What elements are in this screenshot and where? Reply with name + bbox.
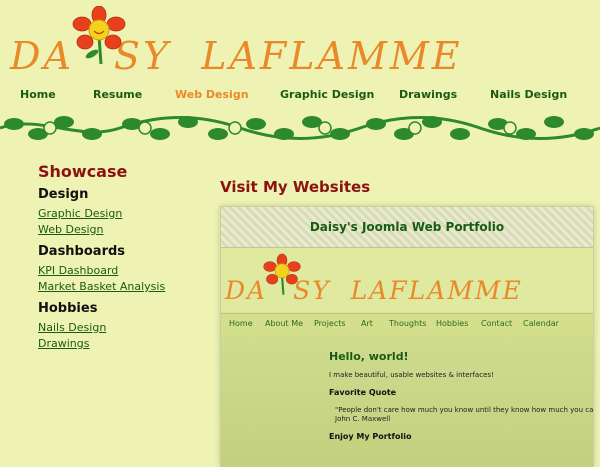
preview-quote-author: John C. Maxwell xyxy=(335,415,391,423)
preview-hello-heading: Hello, world! xyxy=(329,350,409,363)
nav-resume[interactable]: Resume xyxy=(93,88,142,101)
daisy-flower-icon xyxy=(72,6,126,65)
sidebar-heading-dashboards: Dashboards xyxy=(38,244,126,259)
preview-nav-projects[interactable]: Projects xyxy=(314,319,346,328)
sidebar-title: Showcase xyxy=(38,162,128,181)
website-preview[interactable]: Daisy's Joomla Web Portfolio DA SY LAFLAM… xyxy=(220,206,594,467)
preview-quote: "People don't care how much you know unt… xyxy=(335,406,594,414)
preview-daisy-flower-icon xyxy=(263,253,301,295)
preview-nav-calendar[interactable]: Calendar xyxy=(523,319,559,328)
preview-intro: I make beautiful, usable websites & inte… xyxy=(329,371,494,379)
preview-nav-contact[interactable]: Contact xyxy=(481,319,512,328)
nav-drawings[interactable]: Drawings xyxy=(399,88,457,101)
preview-nav-thoughts[interactable]: Thoughts xyxy=(389,319,426,328)
preview-body: Hello, world! I make beautiful, usable w… xyxy=(221,336,593,466)
sidebar-link-nails-design[interactable]: Nails Design xyxy=(38,320,208,336)
preview-banner-title: Daisy's Joomla Web Portfolio xyxy=(309,220,505,234)
sidebar-link-market-basket[interactable]: Market Basket Analysis xyxy=(38,279,208,295)
nav-graphic-design[interactable]: Graphic Design xyxy=(280,88,374,101)
preview-banner: Daisy's Joomla Web Portfolio xyxy=(221,207,593,248)
preview-quote-heading: Favorite Quote xyxy=(329,388,397,397)
page-title: Visit My Websites xyxy=(220,178,371,196)
sidebar-heading-hobbies: Hobbies xyxy=(38,301,98,316)
preview-nav-art[interactable]: Art xyxy=(361,319,373,328)
site-logo[interactable]: DA SY LAFLAMME xyxy=(10,4,459,84)
preview-nav: Home About Me Projects Art Thoughts Hobb… xyxy=(221,313,593,337)
vine-border-divider xyxy=(0,116,600,140)
sidebar-link-drawings[interactable]: Drawings xyxy=(38,336,208,352)
preview-nav-home[interactable]: Home xyxy=(229,319,253,328)
sidebar-link-web-design[interactable]: Web Design xyxy=(38,222,208,238)
preview-nav-about[interactable]: About Me xyxy=(265,319,303,328)
preview-portfolio-heading: Enjoy My Portfolio xyxy=(329,432,412,441)
nav-web-design[interactable]: Web Design xyxy=(175,88,249,101)
main-nav: Home Resume Web Design Graphic Design Dr… xyxy=(0,88,600,104)
preview-header: DA SY LAFLAMME xyxy=(221,248,593,312)
sidebar-link-graphic-design[interactable]: Graphic Design xyxy=(38,206,208,222)
nav-home[interactable]: Home xyxy=(20,88,56,101)
preview-nav-hobbies[interactable]: Hobbies xyxy=(436,319,468,328)
sidebar-heading-design: Design xyxy=(38,187,89,202)
sidebar-link-kpi-dashboard[interactable]: KPI Dashboard xyxy=(38,263,208,279)
showcase-sidebar: Showcase Design Graphic Design Web Desig… xyxy=(38,162,208,352)
nav-nails-design[interactable]: Nails Design xyxy=(490,88,567,101)
